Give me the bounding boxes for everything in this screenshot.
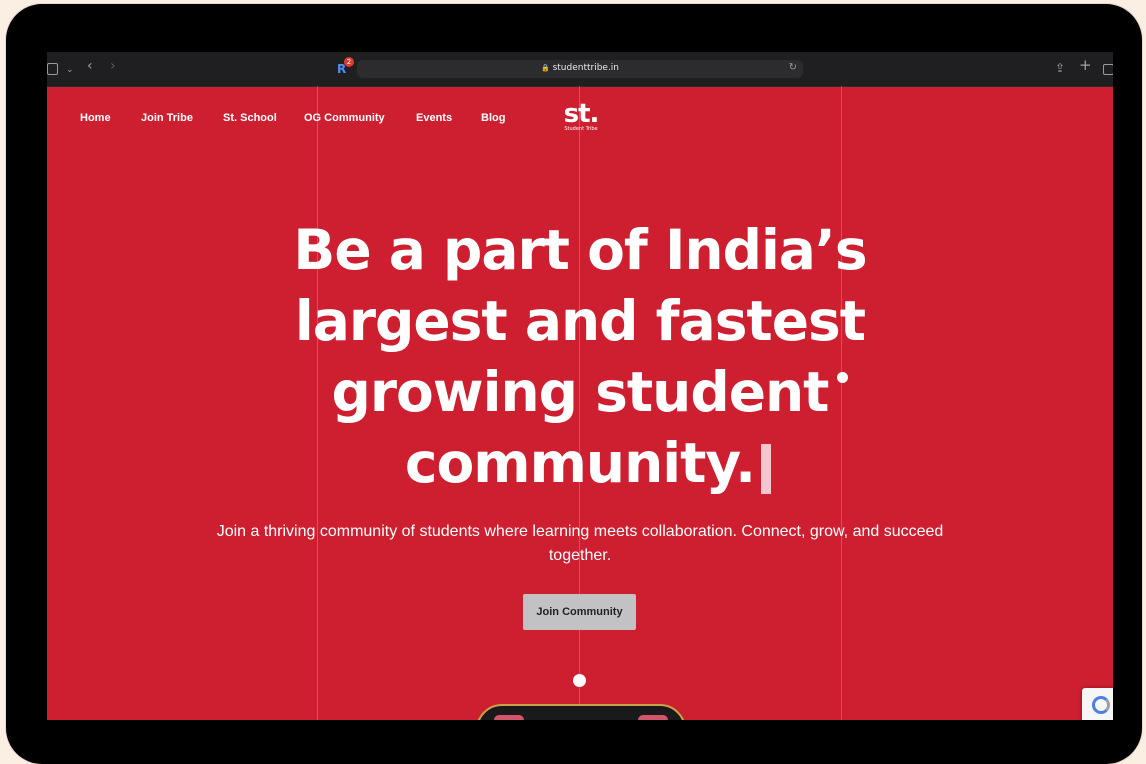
browser-window: ⌄ ‹ › R 2 🔒 studenttribe.in ↻ ⇪ + Home J… bbox=[47, 52, 1113, 720]
browser-toolbar: ⌄ ‹ › R 2 🔒 studenttribe.in ↻ ⇪ + bbox=[47, 52, 1113, 87]
hero-headline: Be a part of India’s largest and fastest… bbox=[230, 215, 930, 499]
nav-item-blog[interactable]: Blog bbox=[481, 112, 505, 124]
nav-item-st-school[interactable]: St. School bbox=[223, 112, 277, 124]
laptop-frame: ⌄ ‹ › R 2 🔒 studenttribe.in ↻ ⇪ + Home J… bbox=[6, 4, 1142, 764]
recaptcha-icon bbox=[1092, 696, 1110, 714]
forward-icon[interactable]: › bbox=[110, 59, 116, 73]
nav-item-home[interactable]: Home bbox=[80, 112, 111, 124]
sidebar-icon[interactable] bbox=[47, 63, 58, 75]
plus-icon[interactable]: + bbox=[1079, 58, 1092, 73]
nav-item-events[interactable]: Events bbox=[416, 112, 452, 124]
tabs-icon[interactable] bbox=[1103, 64, 1113, 75]
hero-subtext: Join a thriving community of students wh… bbox=[216, 523, 944, 564]
nav-item-join-tribe[interactable]: Join Tribe bbox=[141, 112, 193, 124]
typing-cursor bbox=[761, 444, 771, 494]
headline-line: growing student bbox=[331, 360, 830, 424]
nav-item-og-community[interactable]: OG Community bbox=[304, 112, 385, 124]
decorative-dot bbox=[837, 372, 848, 383]
site-logo[interactable]: st. Student Tribe bbox=[561, 99, 601, 132]
lock-icon: 🔒 bbox=[540, 64, 550, 72]
headline-line: largest and fastest bbox=[294, 289, 866, 353]
url-value: studenttribe.in bbox=[552, 63, 620, 73]
headline-line: Be a part of India’s bbox=[293, 218, 867, 282]
headline-line: community. bbox=[404, 431, 756, 495]
back-icon[interactable]: ‹ bbox=[87, 59, 93, 73]
phone-mockup-image bbox=[476, 704, 686, 720]
reload-icon[interactable]: ↻ bbox=[789, 62, 797, 73]
logo-subtitle: Student Tribe bbox=[564, 126, 598, 132]
join-community-button[interactable]: Join Community bbox=[523, 594, 636, 630]
url-text: 🔒 studenttribe.in bbox=[357, 63, 803, 73]
logo-mark: st. bbox=[563, 99, 600, 129]
phone-detail bbox=[638, 715, 668, 720]
chevron-down-icon[interactable]: ⌄ bbox=[66, 63, 74, 77]
share-icon[interactable]: ⇪ bbox=[1055, 61, 1065, 75]
address-bar[interactable]: 🔒 studenttribe.in ↻ bbox=[357, 60, 803, 78]
recaptcha-badge[interactable] bbox=[1082, 688, 1113, 720]
extension-badge: 2 bbox=[344, 57, 354, 67]
decorative-dot bbox=[573, 674, 586, 687]
phone-detail bbox=[494, 715, 524, 720]
